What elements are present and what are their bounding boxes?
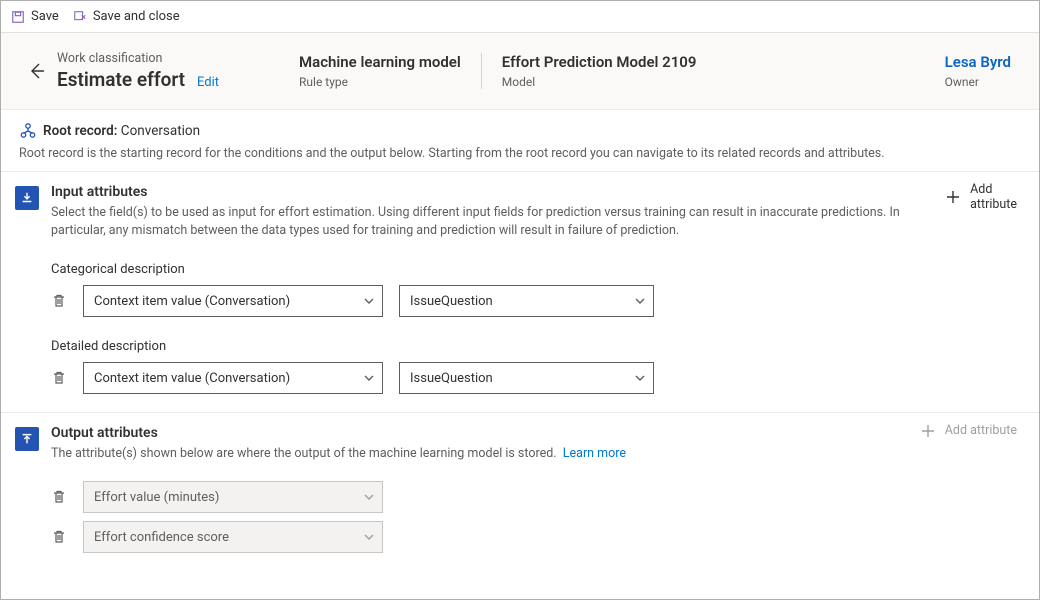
delete-button[interactable]: [51, 293, 67, 309]
attr-label: Categorical description: [51, 262, 1017, 277]
field-dropdown[interactable]: IssueQuestion: [399, 362, 654, 394]
output-dropdown: Effort confidence score: [83, 521, 383, 553]
output-desc: The attribute(s) shown below are where t…: [51, 445, 941, 463]
meta-label: Rule type: [299, 75, 461, 89]
title-block: Work classification Estimate effort Edit: [57, 51, 219, 91]
chevron-down-icon: [635, 296, 645, 306]
download-icon: [20, 191, 34, 205]
arrow-left-icon: [29, 63, 45, 79]
trash-icon: [51, 529, 67, 545]
back-button[interactable]: [23, 57, 51, 85]
header-meta: Machine learning model Rule type Effort …: [299, 53, 716, 89]
upload-icon: [20, 432, 34, 446]
delete-button[interactable]: [51, 529, 67, 545]
save-icon: [11, 10, 25, 24]
owner-block: Lesa Byrd Owner: [945, 53, 1011, 89]
chevron-down-icon: [364, 532, 374, 542]
learn-more-link[interactable]: Learn more: [563, 446, 626, 461]
meta-label: Model: [502, 75, 697, 89]
output-row: Effort value (minutes): [51, 481, 1017, 513]
page-header: Work classification Estimate effort Edit…: [1, 33, 1039, 110]
output-row: Effort confidence score: [51, 521, 1017, 553]
breadcrumb: Work classification: [57, 51, 219, 66]
save-button[interactable]: Save: [11, 9, 59, 24]
chevron-down-icon: [364, 373, 374, 383]
input-desc: Select the field(s) to be used as input …: [51, 204, 941, 240]
output-title: Output attributes: [51, 425, 1017, 441]
meta-rule-type: Machine learning model Rule type: [299, 53, 482, 89]
command-bar: Save Save and close: [1, 1, 1039, 33]
meta-value: Machine learning model: [299, 53, 461, 71]
chevron-down-icon: [364, 296, 374, 306]
owner-label: Owner: [945, 75, 1011, 89]
plus-icon: [946, 190, 960, 204]
delete-button[interactable]: [51, 370, 67, 386]
delete-button[interactable]: [51, 489, 67, 505]
plus-icon: [921, 424, 935, 438]
save-close-label: Save and close: [93, 9, 180, 24]
meta-value: Effort Prediction Model 2109: [502, 53, 697, 71]
root-record-desc: Root record is the starting record for t…: [19, 146, 1021, 161]
chevron-down-icon: [364, 492, 374, 502]
add-output-attribute-button: Add attribute: [921, 423, 1017, 438]
trash-icon: [51, 370, 67, 386]
save-label: Save: [31, 9, 59, 24]
input-icon: [15, 186, 39, 210]
field-dropdown[interactable]: IssueQuestion: [399, 285, 654, 317]
add-attribute-button[interactable]: Add attribute: [946, 182, 1017, 212]
output-attributes-section: Output attributes The attribute(s) shown…: [1, 412, 1039, 571]
trash-icon: [51, 489, 67, 505]
output-dropdown: Effort value (minutes): [83, 481, 383, 513]
save-close-icon: [73, 10, 87, 24]
save-close-button[interactable]: Save and close: [73, 9, 180, 24]
edit-link[interactable]: Edit: [197, 75, 219, 90]
output-icon: [15, 427, 39, 451]
owner-name[interactable]: Lesa Byrd: [945, 53, 1011, 71]
hierarchy-icon: [19, 122, 37, 140]
input-attributes-section: Input attributes Select the field(s) to …: [1, 171, 1039, 412]
attr-label: Detailed description: [51, 339, 1017, 354]
attribute-group-detailed: Detailed description Context item value …: [51, 339, 1017, 394]
meta-model: Effort Prediction Model 2109 Model: [482, 53, 717, 89]
root-record-label: Root record: Conversation: [43, 123, 200, 139]
source-dropdown[interactable]: Context item value (Conversation): [83, 285, 383, 317]
root-record: Root record: Conversation Root record is…: [1, 110, 1039, 171]
chevron-down-icon: [635, 373, 645, 383]
attribute-group-categorical: Categorical description Context item val…: [51, 262, 1017, 317]
source-dropdown[interactable]: Context item value (Conversation): [83, 362, 383, 394]
page-title: Estimate effort: [57, 68, 185, 91]
trash-icon: [51, 293, 67, 309]
input-title: Input attributes: [51, 184, 1017, 200]
